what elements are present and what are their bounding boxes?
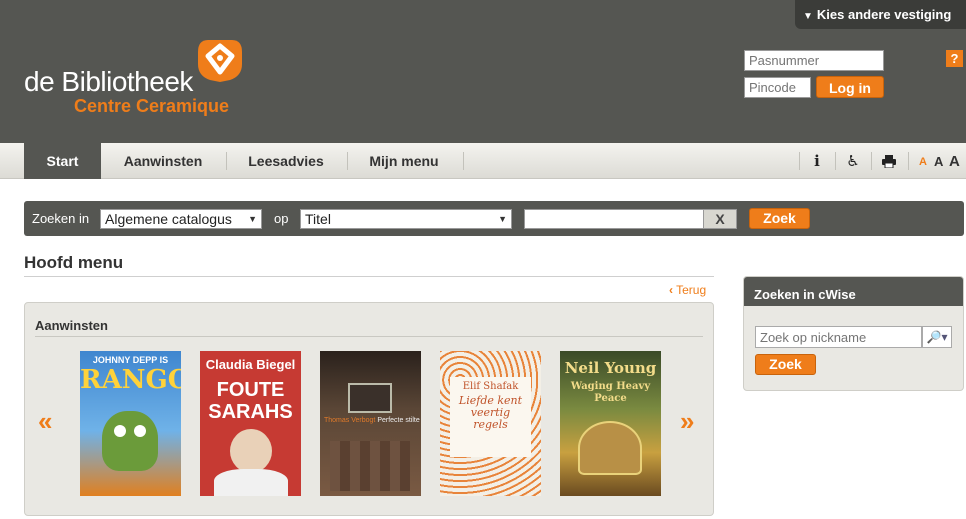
logo-branch: Centre Ceramique <box>74 96 230 116</box>
book-illustration <box>578 421 642 475</box>
book-illustration <box>114 425 126 437</box>
nav-divider <box>799 152 800 170</box>
nav-item-start[interactable]: Start <box>24 143 101 179</box>
book-cover[interactable]: Neil Young Waging Heavy Peace <box>560 351 661 496</box>
nav-divider <box>908 152 909 170</box>
clear-search-button[interactable]: X <box>703 209 737 229</box>
catalog-select[interactable]: Algemene catalogus ▼ <box>100 209 262 229</box>
nav-item-leesadvies[interactable]: Leesadvies <box>232 143 340 179</box>
nav-divider <box>226 152 227 170</box>
search-button[interactable]: Zoek <box>749 208 810 229</box>
cwise-title: Zoeken in cWise <box>744 277 963 306</box>
nav-item-mijn-menu[interactable]: Mijn menu <box>352 143 456 179</box>
login-button[interactable]: Log in <box>816 76 884 98</box>
nav-divider <box>835 152 836 170</box>
book-illustration <box>330 441 410 491</box>
chevron-left-icon: ‹ <box>669 283 673 297</box>
book-cover[interactable]: JOHNNY DEPP IS RANGO <box>80 351 181 496</box>
pincode-input[interactable] <box>744 77 811 98</box>
nav-item-aanwinsten[interactable]: Aanwinsten <box>106 143 220 179</box>
info-icon[interactable]: i <box>805 143 829 179</box>
main-navigation: Start Aanwinsten Leesadvies Mijn menu i … <box>0 143 966 179</box>
nickname-search-input[interactable] <box>755 326 922 348</box>
chevron-down-icon: ▼ <box>803 11 813 22</box>
font-size-large-button[interactable]: A <box>949 143 960 179</box>
cwise-search-box: Zoeken in cWise 🔎▾ Zoek <box>743 276 964 391</box>
font-size-small-button[interactable]: A <box>919 143 927 179</box>
book-cover[interactable]: Thomas Verbogt Perfecte stilte <box>320 351 421 496</box>
search-in-label: Zoeken in <box>32 211 90 226</box>
new-acquisitions-panel: Aanwinsten « » JOHNNY DEPP IS RANGO Clau… <box>24 302 714 516</box>
book-illustration <box>134 425 146 437</box>
carousel-prev-button[interactable]: « <box>38 406 52 437</box>
book-illustration <box>102 411 158 471</box>
help-button[interactable]: ? <box>946 50 963 67</box>
font-size-medium-button[interactable]: A <box>934 143 943 179</box>
choose-branch-button[interactable]: ▼ Kies andere vestiging <box>795 0 966 29</box>
cwise-search-button[interactable]: Zoek <box>755 354 816 375</box>
book-illustration <box>230 429 272 473</box>
card-number-input[interactable] <box>744 50 884 71</box>
nav-divider <box>871 152 872 170</box>
panel-title: Aanwinsten <box>35 318 108 333</box>
title-divider <box>24 276 714 277</box>
search-op-label: op <box>274 211 289 226</box>
back-link[interactable]: ‹ Terug <box>669 283 706 297</box>
catalog-search-bar: Zoeken in Algemene catalogus ▼ op Titel … <box>24 201 964 236</box>
carousel-next-button[interactable]: » <box>680 406 694 437</box>
page-title: Hoofd menu <box>24 253 124 272</box>
panel-divider <box>35 336 703 337</box>
logo-title: de Bibliotheek <box>24 66 193 97</box>
nav-divider <box>347 152 348 170</box>
logo-mark-icon <box>198 40 242 82</box>
search-icon[interactable]: 🔎▾ <box>922 326 952 348</box>
dropdown-arrow-icon: ▼ <box>248 214 257 224</box>
dropdown-arrow-icon: ▼ <box>498 214 507 224</box>
nav-divider <box>463 152 464 170</box>
library-logo[interactable]: de Bibliotheek Centre Ceramique <box>24 36 284 126</box>
book-illustration <box>214 469 288 496</box>
book-illustration <box>348 383 392 413</box>
search-field-select[interactable]: Titel ▼ <box>300 209 512 229</box>
accessibility-icon[interactable]: ♿ <box>840 143 866 179</box>
print-icon[interactable] <box>876 143 902 179</box>
book-cover[interactable]: Claudia Biegel FOUTE SARAHS <box>200 351 301 496</box>
book-cover[interactable]: Elif Shafak Liefde kent veertig regels <box>440 351 541 496</box>
site-header: ▼ Kies andere vestiging de Bibliotheek Ce… <box>0 0 966 143</box>
